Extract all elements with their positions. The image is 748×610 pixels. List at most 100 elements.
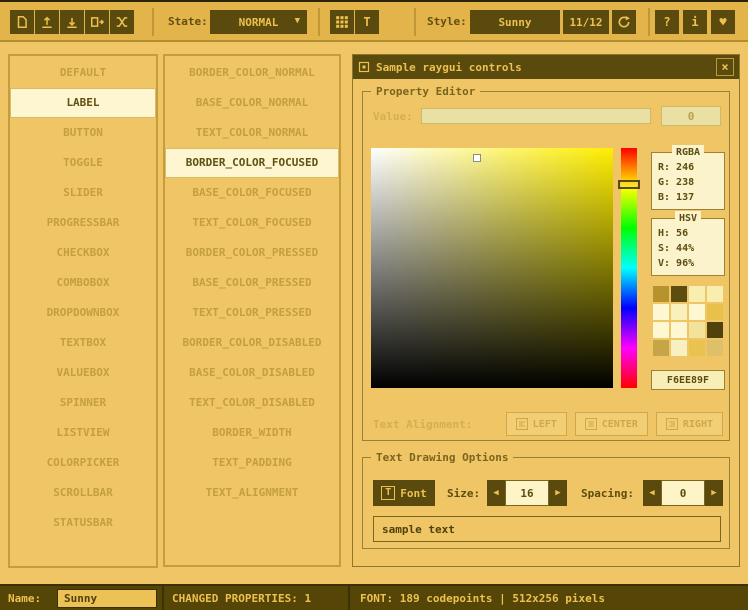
sponsor-heart-button[interactable]: ♥: [711, 10, 735, 34]
color-swatch-5[interactable]: [671, 304, 687, 320]
font-button-label: Font: [400, 487, 427, 500]
rgba-blue-value: B: 137: [652, 190, 724, 205]
style-name-input[interactable]: Sunny: [57, 589, 157, 608]
color-swatch-9[interactable]: [671, 322, 687, 338]
control-item-listview[interactable]: LISTVIEW: [10, 418, 156, 448]
color-swatch-12[interactable]: [653, 340, 669, 356]
sample-text-input[interactable]: sample text: [373, 516, 721, 542]
property-item-text_color_normal[interactable]: TEXT_COLOR_NORMAL: [165, 118, 339, 148]
color-swatch-11[interactable]: [707, 322, 723, 338]
spacing-value-box[interactable]: 0: [661, 480, 705, 506]
statusbar-divider: [348, 586, 350, 610]
property-item-text_padding[interactable]: TEXT_PADDING: [165, 448, 339, 478]
property-item-border_color_normal[interactable]: BORDER_COLOR_NORMAL: [165, 58, 339, 88]
arrow-right-icon: ▶: [711, 488, 716, 498]
chevron-down-icon: ▼: [295, 16, 300, 26]
control-item-valuebox[interactable]: VALUEBOX: [10, 358, 156, 388]
reload-style-button[interactable]: [612, 10, 636, 34]
color-swatch-13[interactable]: [671, 340, 687, 356]
state-dropdown-value: NORMAL: [239, 16, 279, 29]
color-swatch-4[interactable]: [653, 304, 669, 320]
property-item-border_color_disabled[interactable]: BORDER_COLOR_DISABLED: [165, 328, 339, 358]
property-item-border_color_focused[interactable]: BORDER_COLOR_FOCUSED: [165, 148, 339, 178]
value-box[interactable]: 0: [661, 106, 721, 126]
font-button[interactable]: T Font: [373, 480, 435, 506]
size-increase-button[interactable]: ▶: [549, 480, 567, 506]
info-button[interactable]: i: [683, 10, 707, 34]
color-picker[interactable]: [371, 148, 613, 388]
color-swatch-7[interactable]: [707, 304, 723, 320]
color-swatch-3[interactable]: [707, 286, 723, 302]
toolbar: State: NORMAL ▼ T Style: Sunny 11/12 ? i…: [0, 2, 748, 42]
font-info-status: FONT: 189 codepoints | 512x256 pixels: [360, 592, 605, 605]
load-style-button[interactable]: [35, 10, 59, 34]
align-center-button[interactable]: CENTER: [575, 412, 648, 436]
property-item-base_color_disabled[interactable]: BASE_COLOR_DISABLED: [165, 358, 339, 388]
text-alignment-buttons: LEFT CENTER RIGHT: [506, 412, 723, 436]
property-item-base_color_focused[interactable]: BASE_COLOR_FOCUSED: [165, 178, 339, 208]
rgba-panel: RGBA R: 246 G: 238 B: 137: [651, 152, 725, 210]
hex-value-box[interactable]: F6EE89F: [651, 370, 725, 390]
text-options-title: Text Drawing Options: [371, 450, 513, 465]
control-item-button[interactable]: BUTTON: [10, 118, 156, 148]
spacing-decrease-button[interactable]: ◀: [643, 480, 661, 506]
property-item-text_color_pressed[interactable]: TEXT_COLOR_PRESSED: [165, 298, 339, 328]
color-swatch-10[interactable]: [689, 322, 705, 338]
export-style-button[interactable]: [85, 10, 109, 34]
text-preview-button[interactable]: T: [355, 10, 379, 34]
color-picker-cursor[interactable]: [473, 154, 481, 162]
help-button[interactable]: ?: [655, 10, 679, 34]
control-item-statusbar[interactable]: STATUSBAR: [10, 508, 156, 538]
value-slider[interactable]: [421, 108, 651, 124]
color-swatch-1[interactable]: [671, 286, 687, 302]
property-item-base_color_normal[interactable]: BASE_COLOR_NORMAL: [165, 88, 339, 118]
hsv-title: HSV: [675, 211, 701, 226]
statusbar: Name: Sunny CHANGED PROPERTIES: 1 FONT: …: [0, 584, 748, 610]
state-dropdown[interactable]: NORMAL ▼: [210, 10, 307, 34]
control-item-default[interactable]: DEFAULT: [10, 58, 156, 88]
property-item-text_color_focused[interactable]: TEXT_COLOR_FOCUSED: [165, 208, 339, 238]
letter-t-icon: T: [363, 15, 370, 29]
control-item-progressbar[interactable]: PROGRESSBAR: [10, 208, 156, 238]
property-item-base_color_pressed[interactable]: BASE_COLOR_PRESSED: [165, 268, 339, 298]
color-swatch-6[interactable]: [689, 304, 705, 320]
align-center-icon: [585, 418, 597, 430]
control-item-checkbox[interactable]: CHECKBOX: [10, 238, 156, 268]
property-item-text_alignment[interactable]: TEXT_ALIGNMENT: [165, 478, 339, 508]
property-item-border_width[interactable]: BORDER_WIDTH: [165, 418, 339, 448]
property-item-border_color_pressed[interactable]: BORDER_COLOR_PRESSED: [165, 238, 339, 268]
style-name-button[interactable]: Sunny: [470, 10, 560, 34]
grid-view-button[interactable]: [330, 10, 354, 34]
align-right-button[interactable]: RIGHT: [656, 412, 723, 436]
hue-bar[interactable]: [621, 148, 637, 388]
control-item-spinner[interactable]: SPINNER: [10, 388, 156, 418]
hue-cursor[interactable]: [618, 180, 640, 189]
rgba-green-value: G: 238: [652, 175, 724, 190]
color-swatch-8[interactable]: [653, 322, 669, 338]
style-label: Style:: [427, 15, 467, 28]
control-item-scrollbar[interactable]: SCROLLBAR: [10, 478, 156, 508]
toolbar-divider: [152, 8, 154, 36]
control-item-colorpicker[interactable]: COLORPICKER: [10, 448, 156, 478]
new-style-button[interactable]: [10, 10, 34, 34]
property-item-text_color_disabled[interactable]: TEXT_COLOR_DISABLED: [165, 388, 339, 418]
color-swatch-14[interactable]: [689, 340, 705, 356]
color-swatch-0[interactable]: [653, 286, 669, 302]
align-left-button[interactable]: LEFT: [506, 412, 567, 436]
close-button[interactable]: ×: [716, 58, 734, 76]
window-titlebar[interactable]: Sample raygui controls ×: [353, 55, 739, 79]
spacing-increase-button[interactable]: ▶: [705, 480, 723, 506]
size-decrease-button[interactable]: ◀: [487, 480, 505, 506]
control-item-toggle[interactable]: TOGGLE: [10, 148, 156, 178]
control-item-dropdownbox[interactable]: DROPDOWNBOX: [10, 298, 156, 328]
control-item-label[interactable]: LABEL: [10, 88, 156, 118]
color-swatch-2[interactable]: [689, 286, 705, 302]
size-value-box[interactable]: 16: [505, 480, 549, 506]
control-item-slider[interactable]: SLIDER: [10, 178, 156, 208]
random-style-button[interactable]: [110, 10, 134, 34]
save-style-button[interactable]: [60, 10, 84, 34]
rguistyler-app: State: NORMAL ▼ T Style: Sunny 11/12 ? i…: [0, 0, 748, 610]
control-item-textbox[interactable]: TEXTBOX: [10, 328, 156, 358]
control-item-combobox[interactable]: COMBOBOX: [10, 268, 156, 298]
color-swatch-15[interactable]: [707, 340, 723, 356]
